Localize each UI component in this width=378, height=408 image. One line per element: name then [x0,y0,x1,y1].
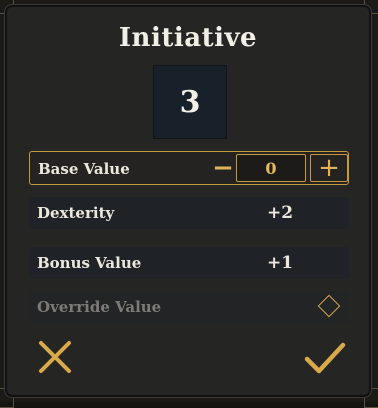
close-icon [39,341,71,373]
dexterity-value: +2 [266,203,294,223]
dialog-title: Initiative [118,23,258,53]
initiative-total: 3 [153,65,227,139]
dexterity-label: Dexterity [37,204,115,222]
cancel-button[interactable] [35,337,75,377]
increment-button[interactable]: + [310,153,348,183]
base-value-row: Base Value − 0 + [29,151,349,185]
base-value-label: Base Value [38,160,130,178]
decrement-button[interactable]: − [208,152,238,184]
diamond-toggle-icon[interactable] [317,294,341,318]
override-value-row: Override Value [29,291,349,323]
bonus-value-label: Bonus Value [37,254,142,272]
initiative-dialog: Initiative 3 Base Value − 0 + Dexterity … [4,4,372,398]
override-value-label: Override Value [37,298,162,316]
base-value-input[interactable]: 0 [236,154,306,182]
minus-icon: − [212,153,234,183]
dexterity-row: Dexterity +2 [29,197,349,229]
bonus-value: +1 [266,253,294,273]
bonus-value-row: Bonus Value +1 [29,247,349,279]
check-icon [304,342,346,374]
plus-icon: + [318,153,340,183]
confirm-button[interactable] [303,337,346,377]
